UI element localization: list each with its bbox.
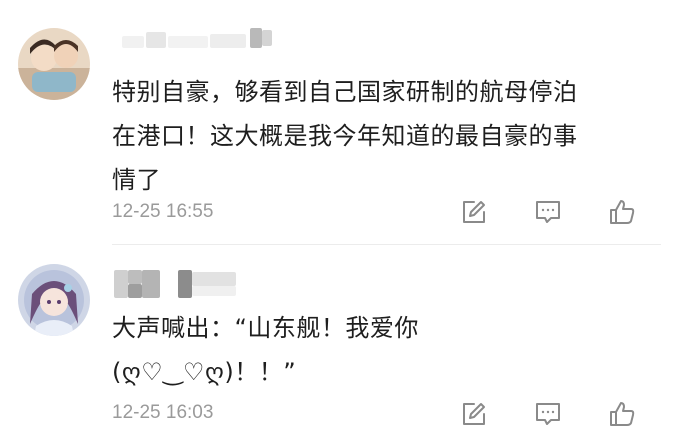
username-redacted[interactable] <box>112 26 282 54</box>
avatar[interactable] <box>18 28 90 100</box>
like-button[interactable] <box>607 400 637 428</box>
avatar[interactable] <box>18 264 90 336</box>
reply-button[interactable] <box>533 400 563 428</box>
comment-item: 特别自豪，够看到自己国家研制的航母停泊 在港口！这大概是我今年知道的最自豪的事 … <box>0 0 677 245</box>
divider <box>112 244 661 245</box>
comment-text-line: 在港口！这大概是我今年知道的最自豪的事 <box>112 122 578 150</box>
edit-icon <box>463 403 485 425</box>
comment-item: 大声喊出：“山东舰！我爱你 (ღ♡‿♡ღ)！！” 12-25 16:03 <box>0 246 677 441</box>
reply-button[interactable] <box>533 198 563 226</box>
comment-icon <box>536 403 560 425</box>
comment-timestamp: 12-25 16:03 <box>112 402 214 423</box>
like-icon <box>610 402 635 426</box>
comment-text: 特别自豪，够看到自己国家研制的航母停泊 在港口！这大概是我今年知道的最自豪的事 … <box>112 70 657 202</box>
comment-text-line: (ღ♡‿♡ღ)！！” <box>112 358 297 386</box>
comment-text-line: 特别自豪，够看到自己国家研制的航母停泊 <box>112 78 578 106</box>
like-icon <box>610 200 635 224</box>
comment-text-line: 情了 <box>112 166 161 194</box>
comment-text-line: 大声喊出：“山东舰！我爱你 <box>112 314 419 342</box>
comment-text: 大声喊出：“山东舰！我爱你 (ღ♡‿♡ღ)！！” <box>112 306 657 394</box>
like-button[interactable] <box>607 198 637 226</box>
username-redacted[interactable] <box>112 270 252 298</box>
comment-icon <box>536 201 560 223</box>
comment-actions <box>459 400 637 428</box>
edit-icon <box>463 201 485 223</box>
comment-actions <box>459 198 637 226</box>
edit-button[interactable] <box>459 400 489 428</box>
comment-timestamp: 12-25 16:55 <box>112 201 214 222</box>
edit-button[interactable] <box>459 198 489 226</box>
